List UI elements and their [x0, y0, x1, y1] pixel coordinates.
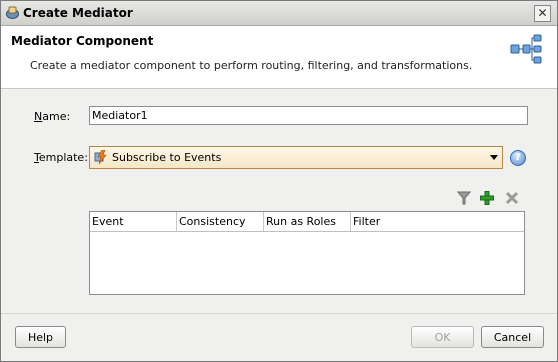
event-lightning-icon	[94, 150, 107, 164]
delete-icon[interactable]	[505, 191, 519, 205]
mediator-component-icon	[510, 34, 542, 64]
window-title: Create Mediator	[23, 6, 133, 20]
footer-divider	[1, 313, 557, 314]
name-label: Name:	[34, 110, 71, 123]
title-bar: Create Mediator ✕	[1, 1, 557, 26]
header-panel: Mediator Component Create a mediator com…	[1, 26, 557, 89]
events-table[interactable]: Event Consistency Run as Roles Filter	[89, 211, 525, 295]
events-table-header: Event Consistency Run as Roles Filter	[90, 212, 524, 232]
column-header-event[interactable]: Event	[90, 212, 177, 231]
column-header-run-as-roles[interactable]: Run as Roles	[264, 212, 351, 231]
column-header-consistency[interactable]: Consistency	[177, 212, 264, 231]
template-label: Template:	[34, 151, 88, 164]
add-icon[interactable]	[480, 191, 494, 205]
close-icon: ✕	[537, 6, 548, 20]
mediator-app-icon	[6, 6, 19, 19]
ok-button[interactable]: OK	[411, 326, 474, 348]
filter-icon[interactable]	[457, 191, 471, 205]
cancel-button[interactable]: Cancel	[481, 326, 544, 348]
close-button[interactable]: ✕	[534, 5, 551, 22]
chevron-down-icon[interactable]	[490, 155, 498, 160]
header-title: Mediator Component	[11, 34, 154, 48]
column-header-filter[interactable]: Filter	[351, 212, 524, 231]
help-icon[interactable]: ?	[510, 150, 526, 166]
help-button[interactable]: Help	[15, 326, 66, 348]
template-selected-value: Subscribe to Events	[112, 151, 222, 164]
name-input[interactable]	[89, 106, 528, 125]
create-mediator-dialog: Create Mediator ✕ Mediator Component Cre…	[0, 0, 558, 362]
header-description: Create a mediator component to perform r…	[30, 59, 473, 72]
template-select[interactable]: Subscribe to Events	[89, 146, 503, 169]
